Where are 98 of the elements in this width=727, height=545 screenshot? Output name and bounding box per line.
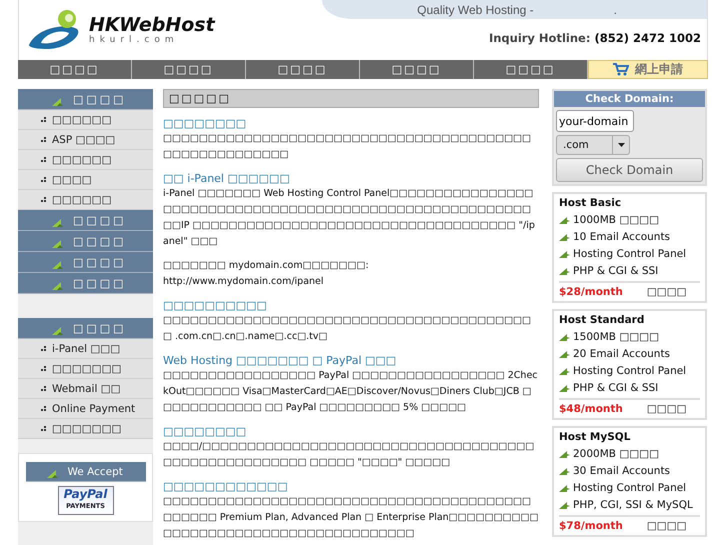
plan-name: Host Basic — [559, 196, 622, 211]
section-heading: □□□□□□□□□□□□ — [163, 480, 289, 493]
section-heading: □□□□□□□□□□ — [163, 299, 268, 312]
paragraph: □□□□□□□□□□□□□□□□□□□□□□□□□□□□□□□□□□□□□□□□□□ .com.cn□.cn□.name□.cc□.tv□ — [163, 314, 532, 344]
plan-feature: 10 Email Accounts — [573, 230, 670, 242]
menu-item[interactable]: □□□□□□ — [18, 110, 153, 130]
bullet-icon — [41, 386, 46, 391]
menu-item[interactable]: ASP □□□□ — [18, 130, 153, 150]
bullet-icon — [41, 137, 46, 142]
bullet-icon — [41, 117, 46, 122]
arrow-icon — [559, 216, 570, 224]
menu-item[interactable]: □□□□□□□ — [18, 419, 153, 439]
menu-item[interactable]: □□□□□□ — [18, 190, 153, 210]
hotline-number: (852) 2472 1002 — [594, 31, 701, 45]
hotline-label: Inquiry Hotline: — [488, 31, 590, 45]
triangle-icon — [51, 260, 63, 270]
plan-feature: Hosting Control Panel — [573, 364, 686, 376]
arrow-icon — [559, 366, 570, 374]
triangle-icon — [51, 326, 63, 336]
logo-name: HKWebHost — [89, 15, 215, 35]
section-heading: □□□□□□□□ — [163, 117, 248, 130]
plan-feature: PHP & CGI & SSI — [573, 264, 658, 276]
plan-feature: PHP & CGI & SSI — [573, 382, 658, 394]
logo-url: hkurl.com — [89, 35, 180, 45]
menu-header[interactable]: □□□□ — [18, 273, 153, 294]
plan-name: Host Standard — [559, 313, 646, 328]
plan-feature: PHP, CGI, SSI & MySQL — [573, 498, 693, 510]
domain-field[interactable]: your-domain — [556, 110, 634, 132]
arrow-icon — [559, 266, 570, 274]
arrow-icon — [559, 384, 570, 392]
order-link[interactable]: □□□□ — [646, 402, 687, 417]
arrow-icon — [559, 466, 570, 474]
arrow-icon — [559, 250, 570, 258]
plan-feature: 1000MB □□□□ — [573, 214, 660, 226]
caret-icon — [618, 143, 624, 147]
panel-header: We Accept — [26, 462, 146, 482]
section-heading: □□□□□□□□ — [163, 425, 248, 438]
plan-feature: 2000MB □□□□ — [573, 448, 660, 460]
triangle-icon — [51, 239, 63, 249]
menu-header[interactable]: □□□□ — [18, 252, 153, 273]
bullet-icon — [41, 177, 46, 182]
bullet-icon — [41, 346, 46, 351]
menu-header[interactable]: □□□□ — [18, 210, 153, 231]
arrow-icon — [559, 500, 570, 508]
cart-icon — [613, 63, 629, 76]
triangle-icon — [51, 218, 63, 228]
menu-item[interactable]: □□□□□□ — [18, 150, 153, 170]
bullet-icon — [41, 197, 46, 202]
section-heading: □□ i-Panel □□□□□□ — [163, 172, 291, 185]
content-title: □□□□□ — [163, 89, 539, 108]
menu-item[interactable]: □□□□ — [18, 170, 153, 190]
nav-link[interactable]: □□□□ — [360, 60, 474, 79]
arrow-icon — [559, 232, 570, 240]
plan-feature: Hosting Control Panel — [573, 248, 686, 260]
order-link[interactable]: □□□□ — [646, 285, 687, 300]
arrow-icon — [559, 332, 570, 340]
menu-item[interactable]: i-Panel □□□ — [18, 339, 153, 359]
bullet-icon — [41, 366, 46, 371]
plan-feature: 20 Email Accounts — [573, 348, 670, 360]
arrow-icon — [559, 484, 570, 492]
plan-price: $48/month — [559, 402, 623, 417]
bullet-icon — [41, 426, 46, 431]
plan-price: $78/month — [559, 519, 623, 534]
arrow-icon — [559, 450, 570, 458]
paragraph: □□□□□□□□□□□□□□□□□□□□□□□□□□□□□□□□□□□□□□□□□□□□□□□ Premium Plan, Advanced Plan □ Enterprise Plan□□□□□□□□□□□□□□□□□□□□□□□□□□□□□□□□□□□□□□ — [163, 495, 539, 541]
plan-feature: 30 Email Accounts — [573, 464, 670, 476]
plan-feature: 1500MB □□□□ — [573, 330, 660, 342]
tagline: Quality Web Hosting - — [417, 2, 534, 16]
order-button[interactable]: 網上申請 — [588, 60, 708, 79]
nav-link[interactable]: □□□□ — [18, 60, 132, 79]
menu-item[interactable]: Online Payment — [18, 399, 153, 419]
check-domain-button[interactable]: Check Domain — [556, 158, 703, 182]
nav-link[interactable]: □□□□ — [246, 60, 360, 79]
order-link[interactable]: □□□□ — [646, 519, 687, 534]
arrow-icon — [559, 350, 570, 358]
triangle-icon — [51, 97, 63, 107]
paragraph: □□□□□□□□□□□□□□□□□□□□□□□□□□□□□□□□□□□□□□□□□□□□□□□□□□□□□□□ — [163, 132, 532, 162]
menu-header[interactable]: □□□□ — [18, 231, 153, 252]
menu-header[interactable]: □□□□ — [18, 318, 153, 339]
plan-feature: Hosting Control Panel — [573, 482, 686, 494]
bullet-icon — [41, 157, 46, 162]
plan-name: Host MySQL — [559, 430, 632, 445]
paragraph: □□□□□□□□□□□□□□□□□ PayPal □□□□□□□□□□□□□□□□□ 2CheckOut□□□□□□ Visa□MasterCard□AE□Discover/Novus□Diners Club□JCB □□□□□□□□□□□□ □□ PayPal □□□□□□□□□ 5% □□□□□ — [163, 369, 539, 415]
menu-item[interactable]: Webmail □□ — [18, 379, 153, 399]
paragraph: □□□□□□□ mydomain.com□□□□□□□: http://www.mydomain.com/ipanel — [163, 259, 370, 289]
triangle-icon — [51, 281, 63, 291]
tagline-suffix: . — [614, 2, 617, 16]
paragraph: □□□□/□□□□□□□□□□□□□□□□□□□□□□□□□□□□□□□□□□□□□□□□□□□□□□□□□□□□□ □□□□□ "□□□□" □□□□□ — [163, 440, 536, 470]
plan-price: $28/month — [559, 285, 623, 300]
paragraph: i-Panel □□□□□□□ Web Hosting Control Panel□□□□□□□□□□□□□□□□□□□□□□□□□□□□□□□□□□□□□□□□□□□□□□□□□□□□□□□□□□□IP □□□□□□□□□□□□□□□□□□□□□□□□□□□□□□□□□□□□ "/ipanel" □□□ — [163, 187, 536, 249]
nav-link[interactable]: □□□□ — [132, 60, 246, 79]
section-heading: Web Hosting □□□□□□□ □ PayPal □□□ — [163, 354, 398, 367]
extension-dropdown[interactable]: .com — [556, 135, 630, 155]
triangle-icon — [46, 469, 58, 479]
panel-title: Check Domain: — [554, 91, 705, 107]
menu-header[interactable]: □□□□ — [18, 89, 153, 110]
menu-item[interactable]: □□□□□□□ — [18, 359, 153, 379]
bullet-icon — [41, 406, 46, 411]
